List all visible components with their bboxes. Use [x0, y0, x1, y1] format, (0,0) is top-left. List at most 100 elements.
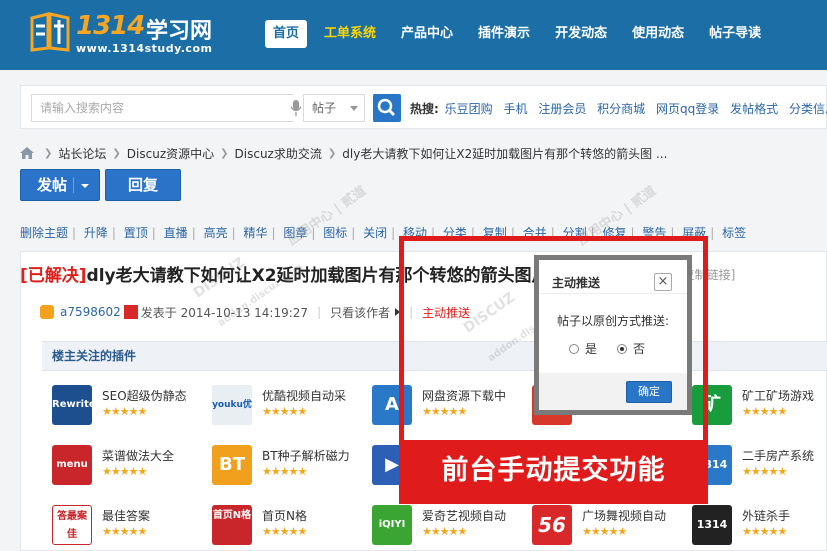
search-type-label: 帖子	[312, 101, 337, 115]
plugin-icon: 首页N格	[212, 505, 252, 545]
breadcrumb: ❯ 站长论坛 ❯ Discuz资源中心 ❯ Discuz求助交流 ❯ dly老大…	[20, 144, 667, 162]
logo-url: www.1314study.com	[76, 42, 213, 55]
plugin-name: 外链杀手	[742, 509, 791, 523]
breadcrumb-separator: ❯	[112, 147, 121, 159]
radio-button[interactable]	[569, 343, 579, 354]
breadcrumb-item[interactable]: Discuz求助交流	[235, 145, 322, 162]
mod-action[interactable]: 直播	[164, 226, 188, 240]
plugin-name: 矿工矿场游戏	[742, 389, 815, 403]
breadcrumb-item[interactable]: Discuz资源中心	[127, 145, 214, 162]
author-name[interactable]: a7598602	[60, 305, 121, 319]
plugin-icon: 56	[532, 505, 572, 545]
plugin-icon: menu	[52, 445, 92, 485]
rating-stars: ★★★★★	[102, 465, 147, 478]
site-header: 1314 学习网 www.1314study.com 首页 工单系统 产品中心 …	[0, 0, 827, 70]
rating-stars: ★★★★★	[422, 525, 467, 538]
nav-item-dev-news[interactable]: 开发动态	[547, 20, 615, 48]
close-icon[interactable]: ×	[654, 273, 672, 291]
plugin-card[interactable]: BT BT种子解析磁力 ★★★★★	[202, 443, 362, 499]
plugin-name: 最佳答案	[102, 509, 151, 523]
plugin-icon: iQIYI	[372, 505, 412, 545]
hot-search-link[interactable]: 积分商城	[597, 102, 645, 116]
search-type-select[interactable]: 帖子	[303, 94, 365, 122]
mod-action[interactable]: 升降	[84, 226, 108, 240]
hot-search-link[interactable]: 网页qq登录	[656, 102, 719, 116]
hot-search-link[interactable]: 乐豆团购	[445, 102, 493, 116]
vip-badge-icon	[123, 305, 138, 319]
search-icon	[377, 98, 395, 116]
logo-text: 学习网	[146, 19, 213, 44]
mod-action[interactable]: 置顶	[124, 226, 148, 240]
nav-item-plugin-demo[interactable]: 插件演示	[470, 20, 538, 48]
plugin-icon: 答最案佳	[52, 505, 92, 545]
logo-number: 1314	[76, 11, 145, 41]
plugin-card[interactable]: youku优酷 优酷视频自动采 ★★★★★	[202, 383, 362, 439]
plugin-card[interactable]: 56 广场舞视频自动 ★★★★★	[522, 503, 682, 551]
hot-search-link[interactable]: 发帖格式	[730, 102, 778, 116]
rating-stars: ★★★★★	[102, 525, 147, 538]
hot-search-link[interactable]: 分类信息	[789, 102, 827, 116]
hot-search-link[interactable]: 手机	[503, 102, 527, 116]
mod-action[interactable]: 关闭	[363, 226, 387, 240]
plugin-icon: youku优酷	[212, 385, 252, 425]
search-bar: 请输入搜索内容 帖子 热搜: 乐豆团购 手机 注册会员 积分商城 网页qq登录 …	[20, 85, 827, 129]
mod-action[interactable]: 图标	[323, 226, 347, 240]
radio-yes-label: 是	[585, 342, 598, 356]
plugin-card[interactable]: iQIYI 爱奇艺视频自动 ★★★★★	[362, 503, 522, 551]
plugin-name: 菜谱做法大全	[102, 449, 175, 463]
nav-item-usage-news[interactable]: 使用动态	[624, 20, 692, 48]
new-post-button[interactable]: 发帖	[20, 169, 100, 201]
home-icon[interactable]	[20, 147, 34, 159]
meta-divider: |	[317, 305, 322, 319]
active-push-dialog: 主动推送 × 帖子以原创方式推送: 是 否 确定	[534, 255, 692, 415]
plugin-card[interactable]: 答最案佳 最佳答案 ★★★★★	[42, 503, 202, 551]
rating-stars: ★★★★★	[742, 525, 787, 538]
microphone-icon[interactable]	[291, 100, 301, 116]
reply-button[interactable]: 回复	[105, 169, 181, 201]
plugin-name: 广场舞视频自动	[582, 509, 667, 523]
site-logo[interactable]: 1314 学习网 www.1314study.com	[28, 10, 228, 60]
plugin-card[interactable]: Rewrite SEO超级伪静态 ★★★★★	[42, 383, 202, 439]
chevron-down-icon[interactable]	[81, 184, 89, 188]
button-divider	[73, 177, 74, 193]
hot-search-link[interactable]: 注册会员	[538, 102, 586, 116]
breadcrumb-item[interactable]: dly老大请教下如何让X2延时加载图片有那个转悠的箭头图 ...	[342, 145, 667, 162]
logo-mark-icon	[30, 12, 70, 52]
plugin-name: 爱奇艺视频自动	[422, 509, 507, 523]
plugin-card[interactable]: 1314 外链杀手 ★★★★★	[682, 503, 827, 551]
search-input[interactable]: 请输入搜索内容	[31, 94, 293, 122]
dialog-footer: 确定	[539, 373, 687, 410]
plugin-icon: Rewrite	[52, 385, 92, 425]
breadcrumb-separator: ❯	[44, 147, 53, 159]
rating-stars: ★★★★★	[102, 405, 147, 418]
radio-no[interactable]: 否	[617, 340, 645, 357]
breadcrumb-item[interactable]: 站长论坛	[58, 145, 106, 162]
nav-item-home[interactable]: 首页	[265, 20, 308, 48]
plugin-icon: 1314	[692, 505, 732, 545]
radio-yes[interactable]: 是	[569, 340, 597, 357]
nav-item-guide[interactable]: 帖子导读	[701, 20, 769, 48]
mod-action[interactable]: 标签	[722, 226, 746, 240]
nav-item-tickets[interactable]: 工单系统	[316, 20, 384, 48]
plugin-name: 首页N格	[262, 509, 307, 523]
rating-stars: ★★★★★	[262, 525, 307, 538]
confirm-button[interactable]: 确定	[626, 381, 672, 403]
mod-action[interactable]: 删除主题	[20, 226, 68, 240]
main-nav: 首页 工单系统 产品中心 插件演示 开发动态 使用动态 帖子导读	[265, 20, 778, 48]
breadcrumb-separator: ❯	[327, 147, 337, 159]
mod-action[interactable]: 精华	[243, 226, 267, 240]
nav-item-products[interactable]: 产品中心	[393, 20, 461, 48]
radio-button[interactable]	[617, 343, 627, 354]
annotation-label: 前台手动提交功能	[399, 440, 708, 504]
mod-action[interactable]: 高亮	[204, 226, 228, 240]
user-level-icon	[40, 305, 54, 319]
plugin-name: 优酷视频自动采	[262, 389, 347, 403]
rating-stars: ★★★★★	[742, 465, 787, 478]
dialog-header: 主动推送 ×	[539, 260, 687, 294]
only-author-link[interactable]: 只看该作者	[330, 304, 390, 321]
chevron-down-icon	[350, 106, 358, 111]
plugin-card[interactable]: menu 菜谱做法大全 ★★★★★	[42, 443, 202, 499]
plugin-card[interactable]: 首页N格 首页N格 ★★★★★	[202, 503, 362, 551]
breadcrumb-separator: ❯	[220, 147, 229, 159]
search-button[interactable]	[373, 94, 401, 122]
